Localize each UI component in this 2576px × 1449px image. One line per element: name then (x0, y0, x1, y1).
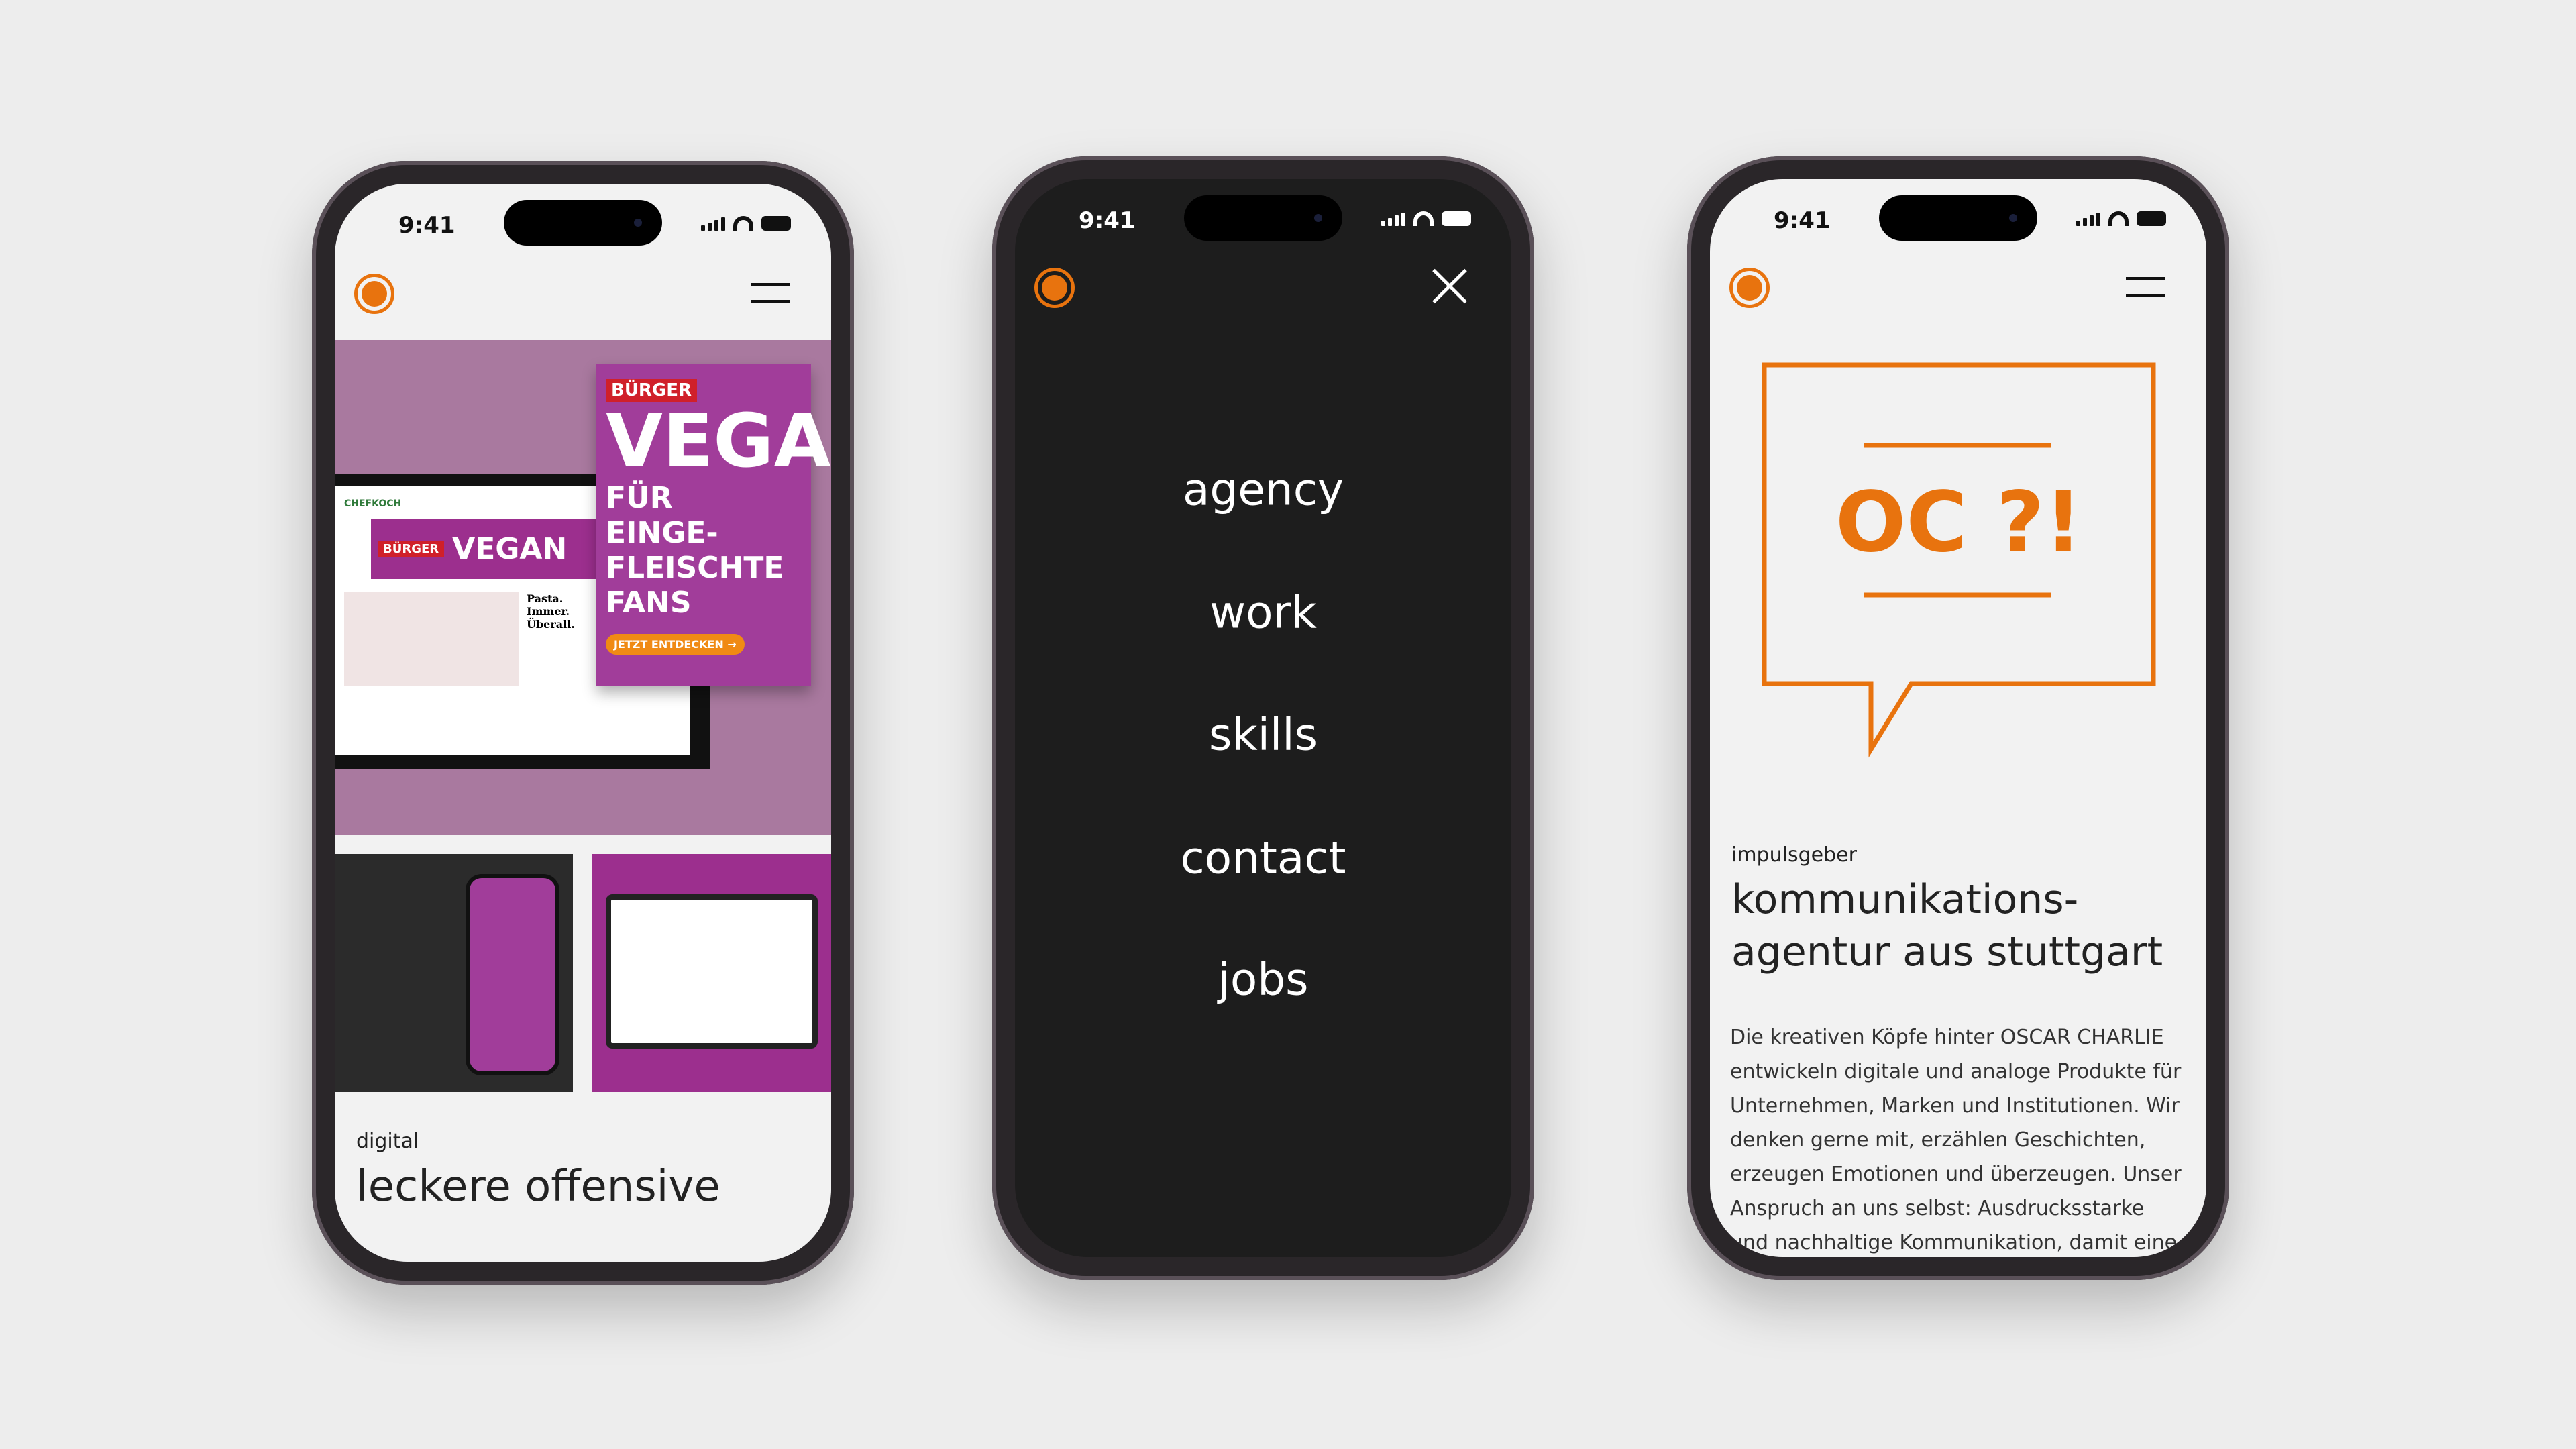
banner-headline: VEGAN (452, 531, 568, 566)
wifi-icon (733, 216, 753, 231)
menu-item-skills[interactable]: skills (1015, 709, 1511, 761)
menu-item-jobs[interactable]: jobs (1015, 954, 1511, 1006)
screen: 9:41 OC ?! impulsgeber kommunikations- a… (1710, 179, 2206, 1257)
phone-home: 9:41 OC ?! impulsgeber kommunikations- a… (1687, 156, 2229, 1280)
project-title[interactable]: leckere offensive (356, 1162, 720, 1212)
battery-icon (761, 216, 791, 231)
poster-cta: JETZT ENTDECKEN → (606, 634, 745, 655)
project-category: digital (356, 1130, 419, 1153)
signal-icon (701, 217, 725, 231)
dynamic-island (1184, 195, 1342, 241)
battery-icon (1442, 211, 1471, 226)
signal-icon (1381, 213, 1405, 226)
status-time: 9:41 (398, 212, 455, 239)
section-title: kommunikations- agentur aus stuttgart (1731, 873, 2163, 978)
title-line: agentur aus stuttgart (1731, 928, 2163, 975)
bubble-text: OC ?! (1835, 474, 2083, 571)
logo-icon[interactable] (354, 274, 394, 314)
logo-icon[interactable] (1034, 268, 1075, 308)
project-image-tablet[interactable] (592, 854, 831, 1092)
dynamic-island (504, 200, 662, 246)
status-time: 9:41 (1079, 207, 1136, 234)
menu-item-contact[interactable]: contact (1015, 833, 1511, 884)
project-image-hero[interactable]: CHEFKOCH BÜRGER VEGAN Pasta. Immer. Übera… (335, 340, 831, 835)
brand-label: BÜRGER (378, 540, 445, 557)
intro-paragraph: Die kreativen Köpfe hinter OSCAR CHARLIE… (1730, 1026, 2182, 1254)
section-label: impulsgeber (1731, 843, 1857, 867)
title-line: kommunikations- (1731, 876, 2079, 923)
menu-item-work[interactable]: work (1015, 587, 1511, 639)
close-icon[interactable] (1431, 268, 1468, 305)
hamburger-menu-icon[interactable] (751, 283, 790, 303)
ad-poster: BÜRGER VEGAN FÜR EINGE-FLEISCHTE FANS JE… (596, 364, 831, 686)
status-icons (1381, 211, 1471, 226)
article-title: Pasta. Immer. Überall. (527, 592, 575, 631)
status-icons (701, 216, 791, 231)
screen: 9:41 CHEFKOCH BÜRGER VEGAN Pasta. Immer. … (335, 184, 831, 1262)
pasta-photo (344, 592, 519, 686)
poster-headline: VEGAN (606, 398, 831, 484)
phone-menu: 9:41 agency work skills contact jobs (992, 156, 1534, 1280)
poster-tagline: FÜR EINGE-FLEISCHTE FANS (606, 481, 784, 620)
menu-item-agency[interactable]: agency (1015, 464, 1511, 516)
phone-portfolio: 9:41 CHEFKOCH BÜRGER VEGAN Pasta. Immer. … (312, 161, 854, 1285)
project-image-mobile[interactable] (335, 854, 573, 1092)
screen: 9:41 agency work skills contact jobs (1015, 179, 1511, 1257)
wifi-icon (1413, 211, 1434, 226)
